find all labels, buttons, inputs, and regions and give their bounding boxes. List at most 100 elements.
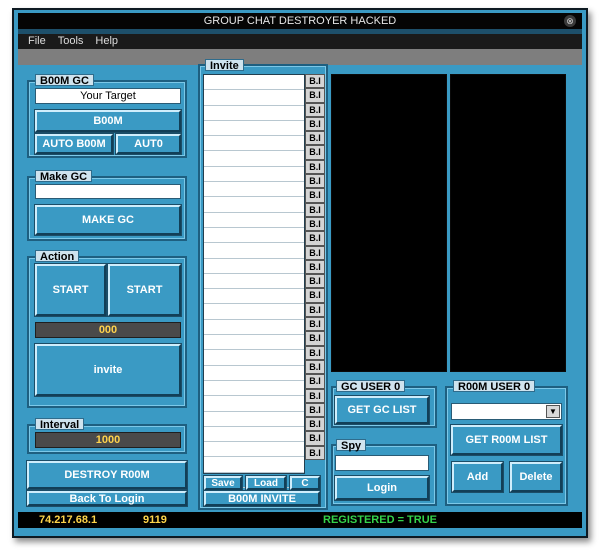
menu-help[interactable]: Help bbox=[95, 35, 118, 47]
invite-row[interactable] bbox=[204, 396, 304, 412]
target-input[interactable]: Your Target bbox=[35, 88, 181, 104]
invite-row[interactable] bbox=[204, 274, 304, 290]
bi-button[interactable]: B.I bbox=[305, 202, 325, 217]
invite-row[interactable] bbox=[204, 366, 304, 381]
start-button-1[interactable]: START bbox=[35, 264, 106, 316]
bi-button[interactable]: B.I bbox=[305, 216, 325, 232]
invite-rows bbox=[204, 75, 304, 489]
bi-button[interactable]: B.I bbox=[305, 131, 325, 146]
bi-button[interactable]: B.I bbox=[305, 116, 325, 132]
boom-button[interactable]: B00M bbox=[35, 110, 181, 132]
bi-button[interactable]: B.I bbox=[305, 102, 325, 117]
chevron-down-icon[interactable]: ▼ bbox=[546, 405, 560, 418]
bi-button[interactable]: B.I bbox=[305, 174, 325, 189]
load-button[interactable]: Load bbox=[246, 476, 286, 490]
bi-button[interactable]: B.I bbox=[305, 445, 325, 461]
status-registered: REGISTERED = TRUE bbox=[323, 514, 437, 526]
destroy-room-button[interactable]: DESTROY R00M bbox=[27, 461, 187, 489]
invite-row[interactable] bbox=[204, 167, 304, 183]
menu-file[interactable]: File bbox=[28, 35, 46, 47]
start-button-2[interactable]: START bbox=[108, 264, 181, 316]
invite-row[interactable] bbox=[204, 320, 304, 336]
get-room-list-button[interactable]: GET R00M LIST bbox=[451, 425, 562, 455]
invite-row[interactable] bbox=[204, 182, 304, 198]
bi-button[interactable]: B.I bbox=[305, 302, 325, 318]
window-title: GROUP CHAT DESTROYER HACKED bbox=[203, 15, 397, 27]
title-bar: GROUP CHAT DESTROYER HACKED ⊗ bbox=[18, 13, 582, 30]
make-gc-button[interactable]: MAKE GC bbox=[35, 205, 181, 235]
invite-row[interactable] bbox=[204, 427, 304, 443]
invite-row[interactable] bbox=[204, 151, 304, 167]
invite-row[interactable] bbox=[204, 197, 304, 213]
status-port: 9119 bbox=[143, 514, 167, 526]
get-gc-list-button[interactable]: GET GC LIST bbox=[335, 396, 429, 424]
room-select[interactable]: ▼ bbox=[451, 403, 562, 420]
invite-row[interactable] bbox=[204, 442, 304, 458]
bi-column: B.I B.I B.I B.I B.I B.I B.I B.I B.I B.I B.I B.I B.I B… bbox=[305, 74, 325, 474]
bi-button[interactable]: B.I bbox=[305, 288, 325, 303]
bi-button[interactable]: B.I bbox=[305, 88, 325, 103]
auto-boom-button[interactable]: AUTO B00M bbox=[35, 134, 113, 154]
invite-row[interactable] bbox=[204, 289, 304, 305]
login-button[interactable]: Login bbox=[335, 476, 429, 500]
invite-row[interactable] bbox=[204, 412, 304, 427]
invite-row[interactable] bbox=[204, 106, 304, 121]
make-gc-label: Make GC bbox=[35, 170, 93, 183]
close-icon[interactable]: ⊗ bbox=[564, 15, 576, 27]
invite-row[interactable] bbox=[204, 228, 304, 244]
chat-panel[interactable] bbox=[331, 74, 447, 372]
bi-button[interactable]: B.I bbox=[305, 274, 325, 289]
invite-row[interactable] bbox=[204, 136, 304, 152]
gc-user-label: GC USER 0 bbox=[336, 380, 406, 393]
spy-label: Spy bbox=[336, 439, 367, 452]
bi-button[interactable]: B.I bbox=[305, 259, 325, 275]
invite-row[interactable] bbox=[204, 381, 304, 397]
interval-input[interactable]: 1000 bbox=[35, 432, 181, 448]
bi-button[interactable]: B.I bbox=[305, 245, 325, 260]
invite-row[interactable] bbox=[204, 259, 304, 274]
boom-gc-label: B00M GC bbox=[35, 74, 94, 87]
boom-invite-button[interactable]: B00M INVITE bbox=[204, 491, 320, 506]
bi-button[interactable]: B.I bbox=[305, 402, 325, 418]
bi-button[interactable]: B.I bbox=[305, 331, 325, 346]
invite-list[interactable] bbox=[203, 74, 305, 489]
bi-button[interactable]: B.I bbox=[305, 431, 325, 446]
add-button[interactable]: Add bbox=[452, 462, 503, 492]
room-user-panel[interactable] bbox=[450, 74, 566, 372]
delete-button[interactable]: Delete bbox=[510, 462, 562, 492]
counter-display: 000 bbox=[35, 322, 181, 338]
bi-button[interactable]: B.I bbox=[305, 374, 325, 389]
invite-row[interactable] bbox=[204, 335, 304, 351]
bi-button[interactable]: B.I bbox=[305, 74, 325, 89]
toolbar-stripe bbox=[18, 49, 582, 65]
room-user-label: R00M USER 0 bbox=[453, 380, 536, 393]
bi-button[interactable]: B.I bbox=[305, 417, 325, 432]
status-bar: 74.217.68.1 9119 REGISTERED = TRUE bbox=[18, 512, 582, 528]
invite-label: Invite bbox=[205, 59, 244, 72]
bi-button[interactable]: B.I bbox=[305, 145, 325, 160]
c-button[interactable]: C bbox=[290, 476, 320, 490]
invite-row[interactable] bbox=[204, 350, 304, 366]
invite-button[interactable]: invite bbox=[35, 344, 181, 396]
invite-row[interactable] bbox=[204, 457, 304, 473]
bi-button[interactable]: B.I bbox=[305, 231, 325, 246]
bi-button[interactable]: B.I bbox=[305, 188, 325, 203]
interval-label: Interval bbox=[35, 418, 85, 431]
bi-button[interactable]: B.I bbox=[305, 388, 325, 403]
bi-button[interactable]: B.I bbox=[305, 359, 325, 375]
invite-row[interactable] bbox=[204, 213, 304, 228]
invite-row[interactable] bbox=[204, 75, 304, 91]
invite-row[interactable] bbox=[204, 304, 304, 320]
spy-input[interactable] bbox=[335, 455, 429, 471]
bi-button[interactable]: B.I bbox=[305, 345, 325, 360]
back-to-login-button[interactable]: Back To Login bbox=[27, 491, 187, 506]
invite-row[interactable] bbox=[204, 121, 304, 137]
menu-tools[interactable]: Tools bbox=[58, 35, 84, 47]
bi-button[interactable]: B.I bbox=[305, 317, 325, 332]
make-gc-input[interactable] bbox=[35, 184, 181, 199]
invite-row[interactable] bbox=[204, 90, 304, 106]
bi-button[interactable]: B.I bbox=[305, 159, 325, 175]
save-button[interactable]: Save bbox=[204, 476, 242, 490]
auto-button[interactable]: AUT0 bbox=[116, 134, 181, 154]
invite-row[interactable] bbox=[204, 243, 304, 259]
